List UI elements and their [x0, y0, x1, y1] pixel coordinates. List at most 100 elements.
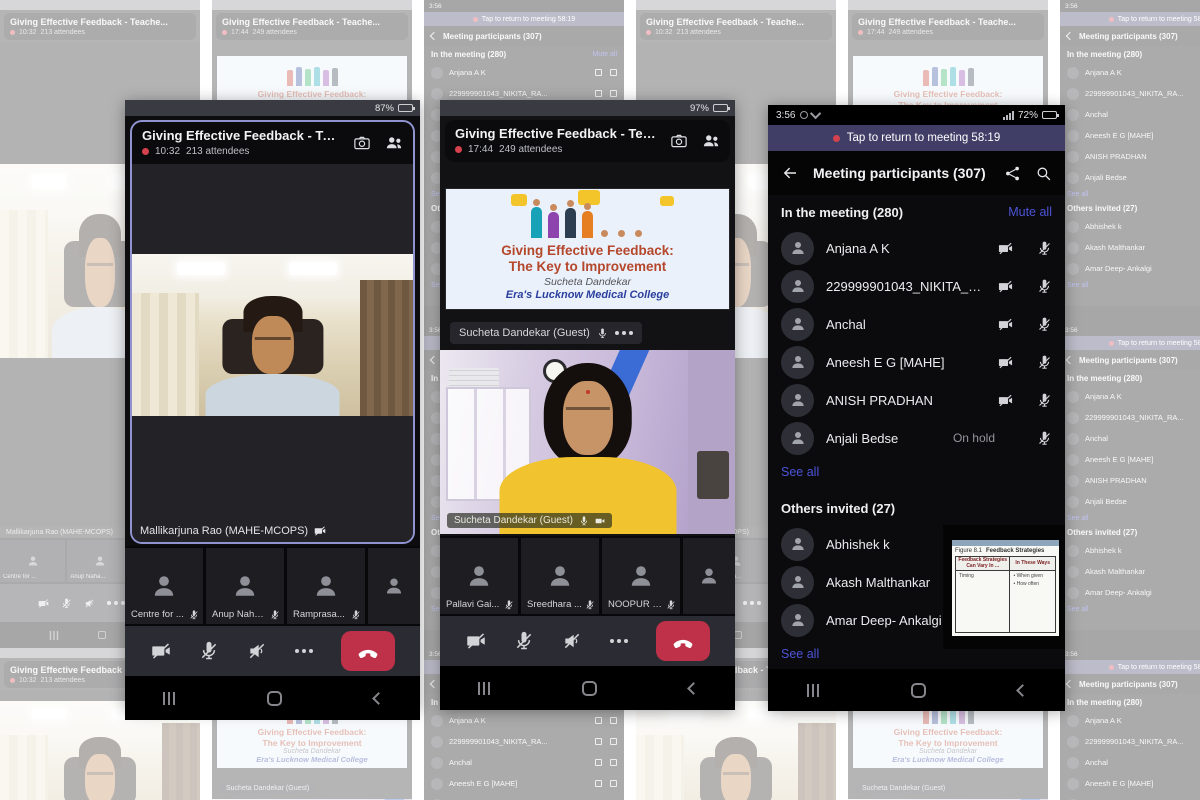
participant-tile-partial[interactable] [368, 548, 420, 624]
back-icon[interactable] [781, 164, 799, 182]
call-controls [125, 626, 420, 676]
slide-title-line2: The Key to Improvement [509, 259, 667, 274]
recent-apps-button[interactable] [163, 692, 175, 705]
mute-all-link[interactable]: Mute all [1008, 205, 1052, 219]
back-button[interactable] [687, 682, 700, 695]
mic-off-button[interactable] [199, 641, 219, 661]
participant-row[interactable]: 229999901043_NIKITA_RA... [781, 267, 1052, 305]
participant-tile[interactable]: Ramprasa... [287, 548, 365, 624]
status-bar: 3:56 72% [768, 105, 1065, 125]
participants-list: In the meeting (280) Mute all Anjana A K… [768, 195, 1065, 669]
participant-name: 229999901043_NIKITA_RA... [826, 279, 986, 294]
camera-off-button[interactable] [151, 641, 171, 661]
android-nav-bar [440, 666, 735, 710]
camera-off-icon[interactable] [998, 317, 1013, 332]
back-button[interactable] [1016, 684, 1029, 697]
recording-icon [455, 146, 462, 153]
participant-tile[interactable]: Sreedhara ... [521, 538, 599, 614]
battery-icon [398, 104, 413, 112]
speaker-off-button[interactable] [562, 631, 582, 651]
camera-off-icon[interactable] [998, 393, 1013, 408]
person-icon [699, 566, 719, 586]
pip-table: Feedback Strategies Can Vary In ... In T… [955, 556, 1056, 633]
recent-apps-button[interactable] [478, 682, 490, 695]
avatar [781, 422, 814, 455]
camera-off-icon[interactable] [998, 241, 1013, 256]
participant-tile[interactable]: Centre for ... [125, 548, 203, 624]
mic-off-icon [504, 600, 514, 610]
return-to-meeting-banner[interactable]: Tap to return to meeting 58:19 [768, 125, 1065, 151]
camera-flip-icon[interactable] [353, 134, 371, 152]
speaker-photo [132, 254, 413, 416]
participant-tile-partial[interactable] [683, 538, 735, 614]
speaker-name-label: Mallikarjuna Rao (MAHE-MCOPS) [140, 525, 308, 537]
participants-icon[interactable] [385, 134, 403, 152]
speaker-video[interactable]: Sucheta Dandekar (Guest) [440, 350, 735, 534]
participant-tile[interactable]: Pallavi Gai... [440, 538, 518, 614]
participant-row[interactable]: Aneesh E G [MAHE] [781, 343, 1052, 381]
recording-icon [833, 135, 840, 142]
hang-up-button[interactable] [341, 631, 395, 671]
mic-off-icon[interactable] [1037, 241, 1052, 256]
search-icon[interactable] [1035, 165, 1052, 182]
mic-off-icon[interactable] [1037, 355, 1052, 370]
mic-off-icon[interactable] [1037, 279, 1052, 294]
share-icon[interactable] [1004, 165, 1021, 182]
mic-off-icon[interactable] [1037, 393, 1052, 408]
participant-tile[interactable]: NOOPUR K... [602, 538, 680, 614]
avatar [781, 308, 814, 341]
camera-off-icon [314, 525, 326, 537]
recent-apps-button[interactable] [807, 684, 819, 697]
mic-off-icon [585, 600, 595, 610]
camera-flip-icon[interactable] [670, 132, 688, 150]
participant-name: Aneesh E G [MAHE] [826, 355, 986, 370]
participant-strip: Pallavi Gai... Sreedhara ... NOOPUR K... [440, 536, 735, 616]
meeting-pip-thumbnail[interactable]: Figure 8.1 Feedback Strategies Feedback … [943, 525, 1065, 649]
home-button[interactable] [267, 691, 282, 706]
participant-name: Anchal [826, 317, 986, 332]
slide-title-line1: Giving Effective Feedback: [501, 243, 674, 258]
mic-off-icon [351, 610, 361, 620]
avatar [781, 566, 814, 599]
section-in-meeting: In the meeting (280) [781, 205, 903, 220]
see-all-link[interactable]: See all [781, 457, 1052, 487]
signal-icon [1003, 111, 1014, 120]
speaker-video[interactable]: Mallikarjuna Rao (MAHE-MCOPS) [132, 164, 413, 542]
more-options-button[interactable] [610, 639, 628, 643]
shared-slide[interactable]: Giving Effective Feedback: The Key to Im… [445, 188, 730, 310]
participant-row[interactable]: Anchal [781, 305, 1052, 343]
participant-row[interactable]: Anjana A K [781, 229, 1052, 267]
avatar [781, 528, 814, 561]
participant-row[interactable]: Anjali Bedse On hold [781, 419, 1052, 457]
camera-off-icon[interactable] [998, 355, 1013, 370]
mic-icon [597, 328, 608, 339]
mic-off-icon[interactable] [1037, 431, 1052, 446]
home-button[interactable] [911, 683, 926, 698]
back-button[interactable] [372, 692, 385, 705]
camera-off-button[interactable] [466, 631, 486, 651]
mic-off-icon [666, 600, 676, 610]
phone-screenshot-middle: 97% Giving Effective Feedback - Teache..… [440, 100, 735, 710]
meeting-title: Giving Effective Feedback - Teache... [455, 126, 658, 141]
attendee-count: 249 attendees [499, 144, 562, 155]
pinned-speaker-pill[interactable]: Sucheta Dandekar (Guest) [450, 322, 642, 344]
participants-icon[interactable] [702, 132, 720, 150]
bg-meeting-title: Giving Effective Feedback - Teache... [646, 17, 826, 27]
speaker-off-button[interactable] [247, 641, 267, 661]
camera-off-icon[interactable] [998, 279, 1013, 294]
person-icon [466, 563, 492, 589]
more-options-icon[interactable] [615, 331, 633, 335]
home-button[interactable] [582, 681, 597, 696]
hang-up-button[interactable] [656, 621, 710, 661]
person-icon [151, 573, 177, 599]
mic-off-icon[interactable] [1037, 317, 1052, 332]
participant-tile[interactable]: Anup Naha... [206, 548, 284, 624]
person-icon [628, 563, 654, 589]
battery-percent: 97% [690, 103, 709, 114]
slide-institution: Era's Lucknow Medical College [506, 289, 669, 301]
more-options-button[interactable] [295, 649, 313, 653]
avatar [781, 384, 814, 417]
participant-row[interactable]: ANISH PRADHAN [781, 381, 1052, 419]
participant-strip: Centre for ... Anup Naha... Ramprasa... [125, 546, 420, 626]
mic-off-button[interactable] [514, 631, 534, 651]
